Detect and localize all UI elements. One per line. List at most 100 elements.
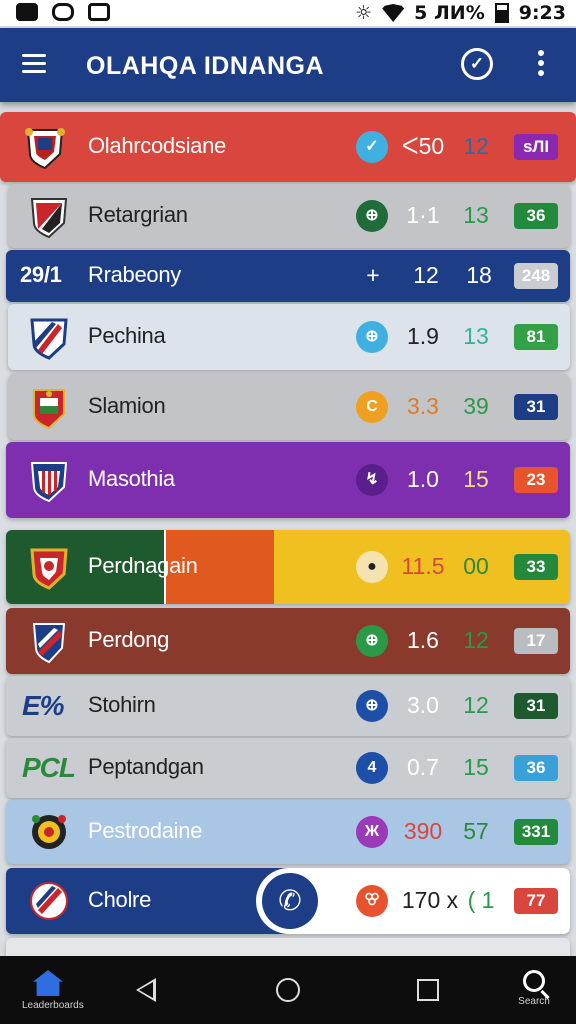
points-badge: 36 — [514, 755, 558, 781]
stat-value: 1.6 — [407, 627, 439, 653]
team-badge-icon: + — [366, 262, 380, 288]
stat-value: ᐸ50 — [401, 133, 445, 159]
menu-icon[interactable] — [22, 54, 46, 74]
stat-value: 18 — [466, 262, 492, 288]
stat-value: 15 — [463, 466, 489, 492]
stat-value: 12 — [463, 627, 489, 653]
battery-icon — [494, 3, 509, 23]
stat-value: 00 — [463, 553, 489, 579]
team-crest-icon — [28, 193, 70, 239]
team-row[interactable]: Olahrcodsiane ✓ ᐸ50 12 ѕЛІ — [0, 112, 576, 182]
home-icon — [33, 970, 63, 996]
team-row[interactable]: E% Stohirn ⊕ 3.0 12 31 — [6, 676, 570, 736]
stat-value: 0.7 — [407, 754, 439, 780]
team-name: Olahrcodsiane — [88, 133, 226, 158]
team-crest-icon — [28, 544, 70, 590]
team-row[interactable]: 29/1 Rrabeony + 12 18 248 — [6, 250, 570, 302]
team-name: Pechina — [88, 323, 166, 348]
team-badge-icon: ⊕ — [356, 625, 388, 657]
clock: 9:23 — [518, 2, 566, 24]
team-badge-icon: 4 — [356, 752, 388, 784]
team-crest-icon — [24, 124, 66, 170]
team-name: Pestrodaine — [88, 818, 203, 843]
image-notification-icon — [88, 3, 110, 21]
team-crest-icon: E% — [22, 690, 65, 721]
team-row[interactable]: PCL Peptandgan 4 0.7 15 36 — [6, 738, 570, 798]
team-crest-icon — [28, 878, 70, 924]
team-badge-icon: ↯ — [356, 464, 388, 496]
wifi-icon — [382, 4, 405, 22]
team-name: Peptandgan — [88, 754, 204, 779]
team-name: Rrabeony — [88, 262, 181, 287]
more-vert-icon[interactable] — [535, 50, 547, 80]
team-row[interactable]: Pechina ⊕ 1.9 13 81 — [8, 304, 570, 370]
stat-value: 3.0 — [407, 692, 439, 718]
stat-value: 1.0 — [407, 466, 439, 492]
check-circle-icon[interactable]: ✓ — [461, 48, 493, 80]
stat-value: 3.3 — [407, 393, 439, 419]
stat-value: 12 — [413, 262, 439, 288]
team-name: Perdnagain — [88, 553, 198, 578]
points-badge: 77 — [514, 888, 558, 914]
stat-value: 13 — [463, 323, 489, 349]
team-badge-icon: ● — [356, 551, 388, 583]
stat-value: 12 — [463, 692, 489, 718]
team-name: Slamion — [88, 393, 166, 418]
app-notification-icon — [52, 3, 74, 21]
stat-value: 1·1 — [406, 202, 440, 228]
team-rank: 29/1 — [20, 262, 62, 287]
stat-value: ( 1 — [467, 887, 495, 913]
stat-value: 39 — [463, 393, 489, 419]
team-crest-icon — [28, 809, 70, 855]
team-row[interactable]: Perdnagain ● 11.5 00 33 — [6, 530, 570, 604]
team-row[interactable]: Pestrodaine Ж 390 57 331 — [6, 800, 570, 864]
team-crest-icon — [28, 314, 70, 360]
team-name: Retargrian — [88, 202, 188, 227]
team-badge-icon: ꕢ — [356, 885, 388, 917]
home-circle-icon[interactable] — [276, 978, 300, 1002]
points-badge: 31 — [514, 693, 558, 719]
stat-value: 57 — [463, 818, 489, 844]
standings-list: Olahrcodsiane ✓ ᐸ50 12 ѕЛІ Retargrian ⊕ … — [0, 104, 576, 956]
back-icon[interactable] — [136, 978, 156, 1002]
check-badge-icon: ✓ — [356, 131, 388, 163]
stat-value: 13 — [463, 202, 489, 228]
team-row[interactable]: Masothia ↯ 1.0 15 23 — [6, 442, 570, 518]
team-badge-icon: ⊕ — [356, 690, 388, 722]
points-badge: 33 — [514, 554, 558, 580]
team-name: Cholre — [88, 887, 152, 912]
team-row[interactable]: Cholre ✆ ꕢ 170 x ( 1 77 — [6, 868, 570, 934]
team-row[interactable]: Retargrian ⊕ 1·1 13 36 — [8, 184, 570, 248]
nav-search-button[interactable]: Search — [512, 970, 556, 1007]
nav-home-button[interactable]: Leaderboards — [22, 970, 84, 1011]
points-badge: 23 — [514, 467, 558, 493]
team-name: Stohirn — [88, 692, 156, 717]
nav-search-label: Search — [518, 996, 550, 1007]
team-row[interactable]: Perdong ⊕ 1.6 12 17 — [6, 608, 570, 674]
team-name: Perdong — [88, 627, 170, 652]
team-row[interactable] — [6, 938, 570, 956]
stat-value: 11.5 — [401, 553, 445, 579]
search-icon — [523, 970, 545, 992]
team-crest-icon — [28, 384, 70, 430]
points-badge: 81 — [514, 324, 558, 350]
stat-value: 15 — [463, 754, 489, 780]
recents-icon[interactable] — [417, 979, 439, 1001]
battery-percent: 5 ЛИ% — [414, 2, 485, 24]
phone-icon[interactable]: ✆ — [262, 873, 318, 929]
nav-home-label: Leaderboards — [22, 1000, 84, 1011]
navigation-bar: Leaderboards Search — [0, 956, 576, 1024]
points-badge: 248 — [514, 263, 558, 289]
team-row[interactable]: Slamion C 3.3 39 31 — [8, 374, 570, 440]
alarm-icon: ☼ — [355, 2, 373, 24]
team-badge-icon: Ж — [356, 816, 388, 848]
points-badge: 31 — [514, 394, 558, 420]
stat-value: 1.9 — [407, 323, 439, 349]
points-badge: ѕЛІ — [514, 134, 558, 160]
points-badge: 36 — [514, 203, 558, 229]
team-badge-icon: C — [356, 391, 388, 423]
team-crest-icon — [28, 618, 70, 664]
team-crest-icon: PCL — [22, 752, 76, 783]
notification-icon — [16, 3, 38, 21]
team-badge-icon: ⊕ — [356, 200, 388, 232]
